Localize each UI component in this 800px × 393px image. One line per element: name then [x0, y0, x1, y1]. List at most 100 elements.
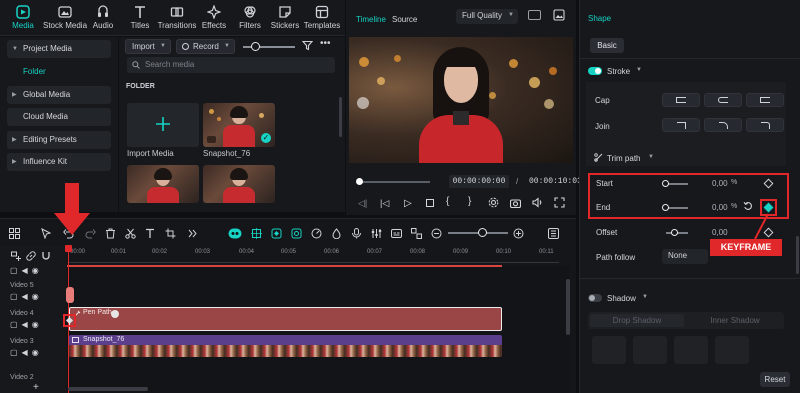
- split-icon[interactable]: [124, 227, 136, 239]
- delete-icon[interactable]: [104, 227, 116, 239]
- tab-source[interactable]: Source: [392, 15, 417, 24]
- record-button[interactable]: Record ▼: [176, 39, 235, 54]
- image-icon[interactable]: [553, 9, 565, 21]
- zoom-knob[interactable]: [478, 228, 487, 237]
- tool-media[interactable]: Media: [3, 3, 43, 33]
- start-slider[interactable]: [666, 183, 688, 185]
- start-value[interactable]: 0,00: [712, 179, 728, 188]
- shadow-preset[interactable]: [633, 336, 667, 364]
- import-media-tile[interactable]: [127, 103, 199, 147]
- filter-icon[interactable]: [302, 40, 313, 51]
- volume-icon[interactable]: [532, 197, 543, 208]
- stop-icon[interactable]: [426, 199, 434, 207]
- nav-cloud-media[interactable]: Cloud Media: [7, 108, 111, 126]
- snapshot-display-icon[interactable]: [528, 10, 541, 20]
- import-button[interactable]: Import ▼: [125, 39, 171, 54]
- play-icon[interactable]: ▷: [404, 198, 412, 209]
- tool-titles[interactable]: Titles: [122, 3, 158, 33]
- snapshot-thumbnail[interactable]: ✓: [203, 103, 275, 147]
- offset-slider-knob[interactable]: [671, 228, 678, 236]
- tab-basic[interactable]: Basic: [590, 38, 624, 53]
- path-follow-dropdown[interactable]: None: [662, 249, 708, 264]
- track-controls[interactable]: ▢◀◉: [10, 320, 60, 329]
- mark-out-icon[interactable]: }: [468, 196, 471, 207]
- clip-pen-path[interactable]: Pen Path: [69, 307, 502, 331]
- end-slider[interactable]: [666, 207, 688, 209]
- start-slider-knob[interactable]: [662, 179, 669, 187]
- tool-transitions[interactable]: Transitions: [157, 3, 197, 33]
- ai-mask-icon[interactable]: [228, 227, 242, 239]
- playhead-knob[interactable]: [356, 178, 363, 185]
- nav-influence-kit[interactable]: ▶ Influence Kit: [7, 153, 111, 171]
- quality-dropdown[interactable]: Full Quality ▼: [456, 9, 518, 24]
- reset-keyframe-icon[interactable]: [743, 201, 753, 211]
- nav-global-media[interactable]: ▶ Global Media: [7, 86, 111, 104]
- tool-templates[interactable]: Templates: [302, 3, 342, 33]
- camera-snapshot-icon[interactable]: [510, 198, 521, 208]
- audio-mixer-icon[interactable]: [370, 227, 382, 239]
- reset-button[interactable]: Reset: [760, 372, 790, 387]
- scene-detect-icon[interactable]: [410, 227, 422, 239]
- step-back-icon[interactable]: |◁: [380, 198, 389, 209]
- color-match-icon[interactable]: [330, 227, 342, 239]
- more-tools-icon[interactable]: [186, 227, 198, 239]
- end-slider-knob[interactable]: [662, 203, 669, 211]
- tool-audio[interactable]: Audio: [85, 3, 121, 33]
- media-thumbnail[interactable]: [203, 165, 275, 203]
- timeline-horizontal-scrollbar[interactable]: [68, 387, 148, 391]
- crop-icon[interactable]: [164, 227, 176, 239]
- timeline-settings-icon[interactable]: [547, 227, 559, 239]
- media-thumbnail[interactable]: [127, 165, 199, 203]
- zoom-in-icon[interactable]: [512, 227, 524, 239]
- tool-stock-media[interactable]: Stock Media: [43, 3, 87, 33]
- media-scrollbar[interactable]: [339, 97, 342, 137]
- microphone-icon[interactable]: [350, 227, 362, 239]
- join-round-button[interactable]: [704, 118, 742, 132]
- thumbnail-size-knob[interactable]: [251, 42, 260, 51]
- shadow-preset[interactable]: [715, 336, 749, 364]
- more-options-icon[interactable]: •••: [320, 38, 331, 49]
- tab-timeline[interactable]: Timeline: [356, 15, 386, 24]
- add-track-icon[interactable]: [11, 251, 21, 261]
- join-miter-button[interactable]: [662, 118, 700, 132]
- tool-effects[interactable]: Effects: [195, 3, 233, 33]
- join-bevel-button[interactable]: [746, 118, 784, 132]
- auto-reframe-icon[interactable]: [250, 227, 262, 239]
- video-preview[interactable]: [349, 37, 573, 163]
- track-controls[interactable]: ▢◀◉: [10, 266, 60, 275]
- chevron-down-icon[interactable]: ▼: [636, 67, 642, 73]
- chevron-down-icon[interactable]: ▼: [642, 294, 648, 300]
- select-tool-icon[interactable]: [40, 227, 52, 239]
- subtitle-icon[interactable]: [390, 227, 402, 239]
- playhead-handle[interactable]: [65, 245, 72, 252]
- mark-in-icon[interactable]: {: [446, 196, 449, 207]
- nav-editing-presets[interactable]: ▶ Editing Presets: [7, 131, 111, 149]
- tab-drop-shadow[interactable]: Drop Shadow: [590, 314, 684, 327]
- layout-icon[interactable]: [8, 227, 20, 239]
- shadow-preset[interactable]: [592, 336, 626, 364]
- track-controls[interactable]: ▢◀◉: [10, 348, 60, 357]
- track-controls[interactable]: ▢◀◉: [10, 292, 60, 301]
- offset-value[interactable]: 0,00: [712, 228, 728, 237]
- clip-snapshot[interactable]: Snapshot_76: [69, 335, 502, 357]
- cap-round-button[interactable]: [704, 93, 742, 107]
- tool-filters[interactable]: Filters: [231, 3, 269, 33]
- timeline-vertical-scrollbar[interactable]: [566, 279, 570, 335]
- zoom-out-icon[interactable]: [430, 227, 442, 239]
- previous-frame-icon[interactable]: ◁|: [358, 198, 367, 209]
- fullscreen-icon[interactable]: [554, 197, 565, 208]
- link-icon[interactable]: [26, 251, 36, 261]
- render-settings-icon[interactable]: [488, 197, 499, 208]
- cap-square-button[interactable]: [746, 93, 784, 107]
- keyframe-panel-icon[interactable]: [270, 227, 282, 239]
- search-input[interactable]: Search media: [127, 57, 335, 73]
- add-track-plus-icon[interactable]: +: [33, 382, 39, 393]
- end-value[interactable]: 0,00: [712, 203, 728, 212]
- nav-folder[interactable]: Folder: [7, 63, 111, 81]
- tool-stickers[interactable]: Stickers: [266, 3, 304, 33]
- ai-tools-icon[interactable]: [290, 227, 302, 239]
- nav-project-media[interactable]: ▼ Project Media: [7, 40, 111, 58]
- inspector-scrollbar[interactable]: [796, 236, 799, 274]
- shadow-preset[interactable]: [674, 336, 708, 364]
- chevron-down-icon[interactable]: ▼: [648, 154, 654, 160]
